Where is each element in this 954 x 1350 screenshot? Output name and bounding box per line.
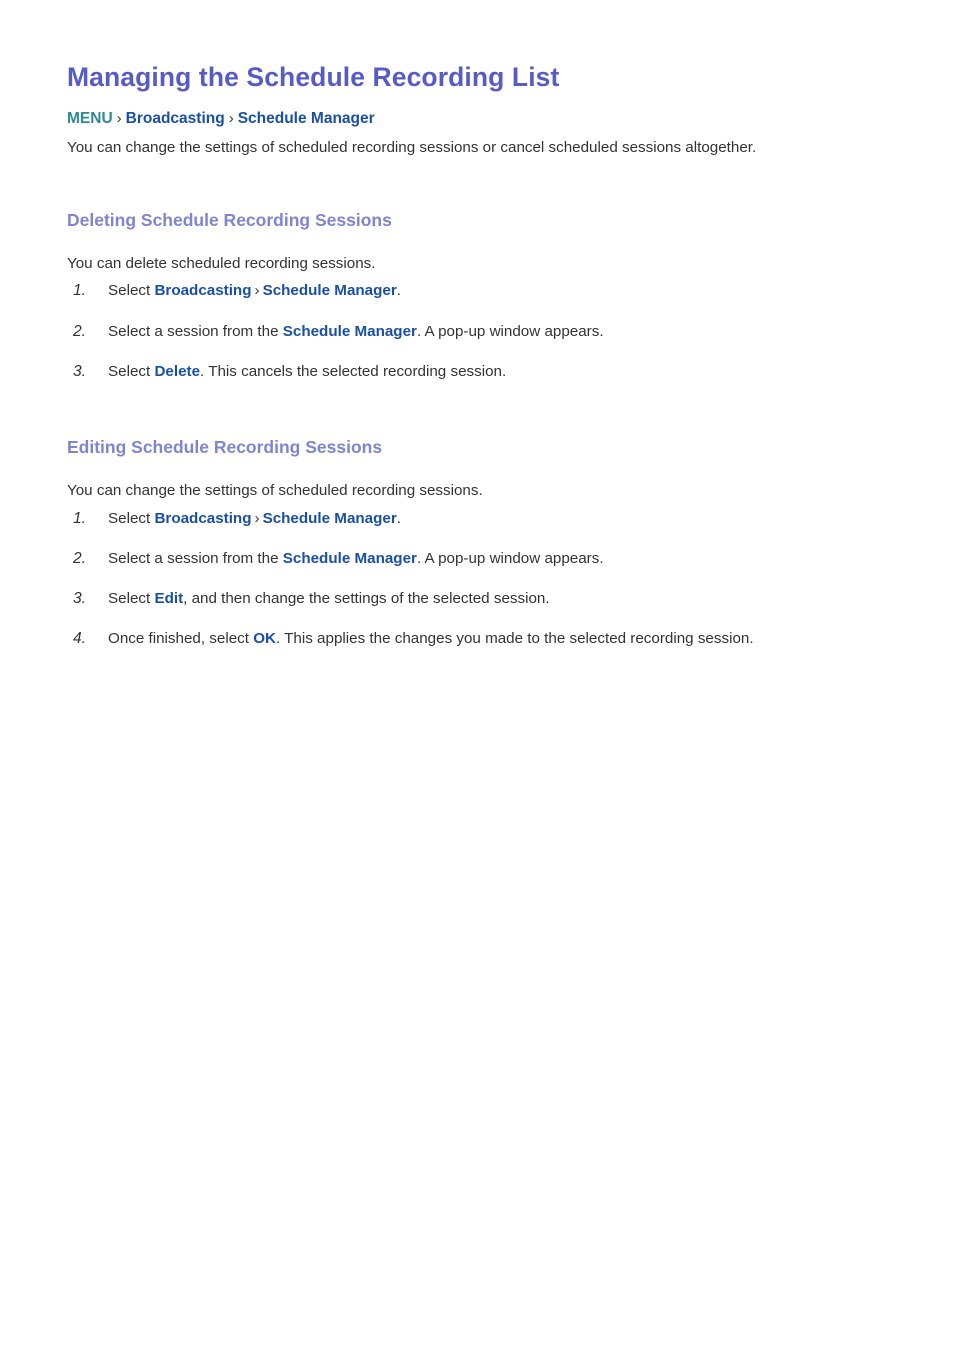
step-text-fragment: . A pop-up window appears. — [416, 322, 604, 340]
step-text-fragment: . — [396, 282, 401, 300]
step-text: Select Delete. This cancels the selected… — [108, 363, 506, 380]
breadcrumb-item-schedule-manager[interactable]: Schedule Manager — [238, 110, 375, 127]
step-item: 3. Select Edit, and then change the setti… — [67, 588, 887, 609]
step-text-fragment: . This cancels the selected recording se… — [200, 363, 507, 381]
ui-term[interactable]: Broadcasting — [154, 510, 251, 527]
step-text-fragment: Select a session from the — [108, 549, 283, 567]
breadcrumb: MENU › Broadcasting › Schedule Manager — [67, 109, 887, 129]
section-intro-deleting: You can delete scheduled recording sessi… — [67, 255, 376, 273]
step-text-fragment: , and then change the settings of the se… — [183, 590, 550, 608]
step-item: 4. Once finished, select OK. This applies… — [67, 628, 887, 649]
page-title: Managing the Schedule Recording List — [67, 62, 560, 92]
ui-term[interactable]: Broadcasting — [154, 282, 251, 299]
section-heading-editing: Editing Schedule Recording Sessions — [67, 437, 383, 458]
step-number: 2. — [73, 322, 87, 340]
step-text-fragment: Select — [108, 590, 155, 608]
step-text: Once finished, select OK. This applies t… — [108, 630, 754, 647]
section-editing-schedule-recording-sessions: Editing Schedule Recording Sessions You … — [67, 437, 887, 649]
step-item: 3. Select Delete. This cancels the select… — [67, 361, 887, 382]
ui-term[interactable]: Edit — [154, 590, 183, 607]
step-text: Select a session from the Schedule Manag… — [108, 550, 604, 567]
ui-term[interactable]: Schedule Manager — [283, 323, 417, 340]
step-text: Select a session from the Schedule Manag… — [108, 323, 604, 340]
step-text: Select Edit, and then change the setting… — [108, 590, 550, 607]
step-text-fragment: . This applies the changes you made to t… — [275, 630, 754, 648]
step-item: 2. Select a session from the Schedule Man… — [67, 548, 887, 569]
section-heading-deleting: Deleting Schedule Recording Sessions — [67, 210, 392, 231]
step-list-editing: 1. Select Broadcasting › Schedule Manager. 2… — [67, 508, 887, 650]
step-text-fragment: Once finished, select — [108, 630, 254, 648]
step-text: Select Broadcasting › Schedule Manager. — [108, 510, 401, 527]
ui-term[interactable]: Schedule Manager — [263, 510, 397, 527]
breadcrumb-item-broadcasting[interactable]: Broadcasting — [126, 110, 225, 127]
step-number: 1. — [73, 509, 87, 527]
step-number: 1. — [73, 282, 87, 300]
ui-term[interactable]: Schedule Manager — [263, 282, 397, 299]
page-intro-text: You can change the settings of scheduled… — [67, 138, 757, 156]
step-item: 1. Select Broadcasting › Schedule Manager. — [67, 280, 887, 301]
inline-separator: › — [254, 509, 260, 527]
breadcrumb-menu-label[interactable]: MENU — [67, 110, 113, 127]
spacer-before-section-1 — [67, 158, 887, 210]
document-content: Managing the Schedule Recording List MEN… — [67, 62, 887, 650]
step-text-fragment: Select — [108, 509, 155, 527]
step-text-fragment: Select a session from the — [108, 322, 283, 340]
step-item: 2. Select a session from the Schedule Man… — [67, 321, 887, 342]
step-text: Select Broadcasting › Schedule Manager. — [108, 282, 401, 299]
ui-term[interactable]: Delete — [154, 363, 200, 380]
ui-term[interactable]: OK — [253, 630, 276, 647]
step-number: 3. — [73, 590, 87, 608]
section-deleting-schedule-recording-sessions: Deleting Schedule Recording Sessions You… — [67, 210, 887, 382]
step-number: 3. — [73, 363, 87, 381]
step-text-fragment: Select — [108, 363, 155, 381]
step-list-deleting: 1. Select Broadcasting › Schedule Manager. 2… — [67, 280, 887, 382]
step-text-fragment: . — [396, 509, 401, 527]
breadcrumb-separator-2: › — [228, 110, 234, 128]
section-intro-editing: You can change the settings of scheduled… — [67, 482, 483, 500]
breadcrumb-separator-1: › — [116, 110, 122, 128]
spacer-before-section-2 — [67, 382, 887, 437]
step-text-fragment: Select — [108, 282, 155, 300]
inline-separator: › — [254, 282, 260, 300]
document-page: Managing the Schedule Recording List MEN… — [0, 0, 954, 1350]
step-number: 2. — [73, 549, 87, 567]
step-text-fragment: . A pop-up window appears. — [416, 549, 604, 567]
step-item: 1. Select Broadcasting › Schedule Manager. — [67, 508, 887, 529]
ui-term[interactable]: Schedule Manager — [283, 550, 417, 567]
step-number: 4. — [73, 630, 87, 648]
